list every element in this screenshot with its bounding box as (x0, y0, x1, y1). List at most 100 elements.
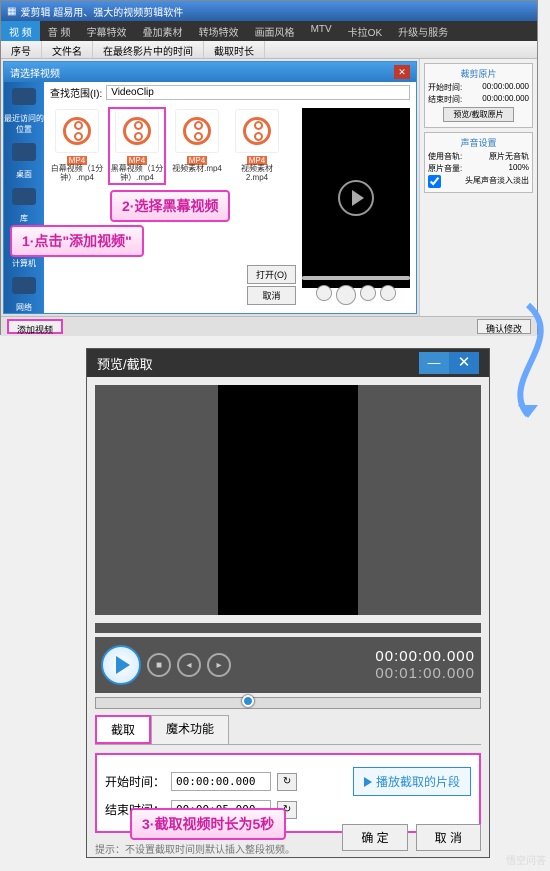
computer-label: 计算机 (12, 258, 36, 269)
trim-title: 裁剪原片 (428, 67, 529, 80)
close-icon[interactable]: ✕ (449, 352, 479, 374)
tab-karaoke[interactable]: 卡拉OK (340, 21, 390, 41)
thumb-item[interactable]: MP4 白幕视频（1分钟）.mp4 (50, 109, 104, 183)
cancel-button[interactable]: 取 消 (416, 824, 481, 851)
play-button[interactable] (336, 285, 356, 305)
play-segment-label: 播放截取的片段 (376, 773, 460, 790)
preview-pane (302, 108, 410, 288)
thumb-item[interactable]: MP4 视频素材2.mp4 (230, 109, 284, 183)
tab-audio[interactable]: 音 频 (40, 21, 79, 41)
tab-subtitle[interactable]: 字幕特效 (79, 21, 135, 41)
network-icon[interactable] (12, 277, 36, 294)
reel-icon (183, 117, 211, 145)
vol-value: 100% (509, 163, 529, 174)
thumb-name: 白幕视频（1分钟）.mp4 (50, 165, 104, 183)
flow-arrow-icon (508, 300, 548, 420)
desktop-label: 桌面 (16, 169, 32, 180)
app-icon: ▦ (7, 6, 16, 17)
timecode-current: 00:00:00.000 (375, 648, 475, 665)
main-window: ▦ 爱剪辑 超易用、强大的视频剪辑软件 视 频 音 频 字幕特效 叠加素材 转场… (0, 0, 538, 335)
annotation-3: 3·截取视频时长为5秒 (130, 808, 286, 840)
annotation-2: 2·选择黑幕视频 (110, 190, 230, 222)
preview-controls (302, 285, 410, 305)
col-filename: 文件名 (42, 41, 93, 58)
places-rail: 最近访问的位置 桌面 库 计算机 网络 (4, 82, 44, 313)
thumb-item[interactable]: MP4 视频素材.mp4 (170, 109, 224, 183)
network-label: 网络 (16, 302, 32, 313)
menubar: 视 频 音 频 字幕特效 叠加素材 转场特效 画面风格 MTV 卡拉OK 升级与… (1, 21, 537, 41)
play-icon[interactable] (338, 180, 374, 216)
annotation-1: 1·点击"添加视频" (10, 225, 144, 257)
open-button[interactable]: 打开(O) (247, 265, 296, 284)
trim-button[interactable]: 预览/截取原片 (443, 107, 514, 122)
desktop-icon[interactable] (12, 143, 36, 160)
column-headers: 序号 文件名 在最终影片中的时间 截取时长 (1, 41, 537, 59)
playback-controls: ■ ◂ ▸ 00:00:00.000 00:01:00.000 (95, 637, 481, 693)
recent-icon[interactable] (12, 88, 36, 105)
timecode-total: 00:01:00.000 (375, 665, 475, 682)
next-frame-icon[interactable]: ▸ (207, 653, 231, 677)
dialog-title: 预览/截取 (97, 354, 153, 373)
seek-slider[interactable] (302, 271, 410, 285)
library-icon[interactable] (12, 188, 36, 205)
ok-button[interactable]: 确 定 (342, 824, 407, 851)
path-label: 查找范围(I): (50, 85, 102, 100)
seek-bar[interactable] (95, 623, 481, 633)
end-label: 结束时间: (428, 94, 462, 105)
tab-overlay[interactable]: 叠加素材 (135, 21, 191, 41)
play-button[interactable] (101, 645, 141, 685)
recent-label: 最近访问的位置 (4, 113, 44, 135)
titlebar: ▦ 爱剪辑 超易用、强大的视频剪辑软件 (1, 1, 537, 21)
tab-mtv[interactable]: MTV (303, 21, 340, 41)
thumb-name: 黑幕视频（1分钟）.mp4 (110, 165, 164, 183)
next-icon[interactable] (360, 285, 376, 301)
stop-icon[interactable]: ■ (147, 653, 171, 677)
play-segment-button[interactable]: 播放截取的片段 (353, 767, 471, 796)
path-field[interactable]: VideoClip (106, 85, 410, 100)
audio-title: 声音设置 (428, 136, 529, 149)
thumb-name: 视频素材2.mp4 (230, 165, 284, 183)
end-value[interactable]: 00:00:00.000 (482, 94, 529, 105)
thumb-name: 视频素材.mp4 (170, 165, 224, 174)
col-index: 序号 (1, 41, 42, 58)
pick-start-icon[interactable]: ↻ (277, 773, 297, 791)
slider-knob[interactable] (242, 695, 254, 707)
reel-icon (243, 117, 271, 145)
preview-dialog: 预览/截取 — ✕ ■ ◂ ▸ 00:00:00.000 00:01:00.00… (86, 348, 490, 858)
close-icon[interactable]: ✕ (394, 65, 410, 79)
start-value[interactable]: 00:00:00.000 (482, 82, 529, 93)
reel-icon (123, 117, 151, 145)
watermark: 悟空问答 (506, 852, 546, 867)
start-label: 开始时间： (105, 773, 165, 790)
fade-label: 头尾声音淡入淡出 (465, 175, 529, 188)
tab-upgrade[interactable]: 升级与服务 (390, 21, 456, 41)
tab-video[interactable]: 视 频 (1, 21, 40, 41)
col-duration: 截取时长 (204, 41, 265, 58)
tab-style[interactable]: 画面风格 (247, 21, 303, 41)
library-label: 库 (20, 213, 28, 224)
cancel-button[interactable]: 取消 (247, 286, 296, 305)
video-preview (95, 385, 481, 615)
right-settings: 裁剪原片 开始时间: 00:00:00.000 结束时间: 00:00:00.000… (419, 59, 537, 316)
prev-icon[interactable] (316, 285, 332, 301)
tab-trim[interactable]: 截取 (95, 715, 151, 744)
tab-magic[interactable]: 魔术功能 (151, 715, 229, 744)
useaudio-label: 使用音轨: (428, 151, 462, 162)
prev-frame-icon[interactable]: ◂ (177, 653, 201, 677)
start-time-input[interactable] (171, 772, 271, 791)
app-title: 爱剪辑 超易用、强大的视频剪辑软件 (20, 4, 183, 19)
file-picker: 请选择视频 ✕ 最近访问的位置 桌面 库 计算机 网络 (3, 61, 417, 314)
thumb-item-selected[interactable]: MP4 黑幕视频（1分钟）.mp4 (110, 109, 164, 183)
useaudio-select[interactable]: 原片无音轨 (489, 151, 529, 162)
add-video-button[interactable]: 添加视频 (7, 319, 63, 334)
file-picker-title: 请选择视频 (10, 65, 60, 79)
start-label: 开始时间: (428, 82, 462, 93)
trim-slider[interactable] (95, 697, 481, 709)
volume-icon[interactable] (380, 285, 396, 301)
reel-icon (63, 117, 91, 145)
minimize-icon[interactable]: — (419, 352, 449, 374)
tab-transition[interactable]: 转场特效 (191, 21, 247, 41)
fade-checkbox[interactable] (428, 175, 441, 188)
col-time: 在最终影片中的时间 (93, 41, 204, 58)
vol-label: 原片音量: (428, 163, 462, 174)
